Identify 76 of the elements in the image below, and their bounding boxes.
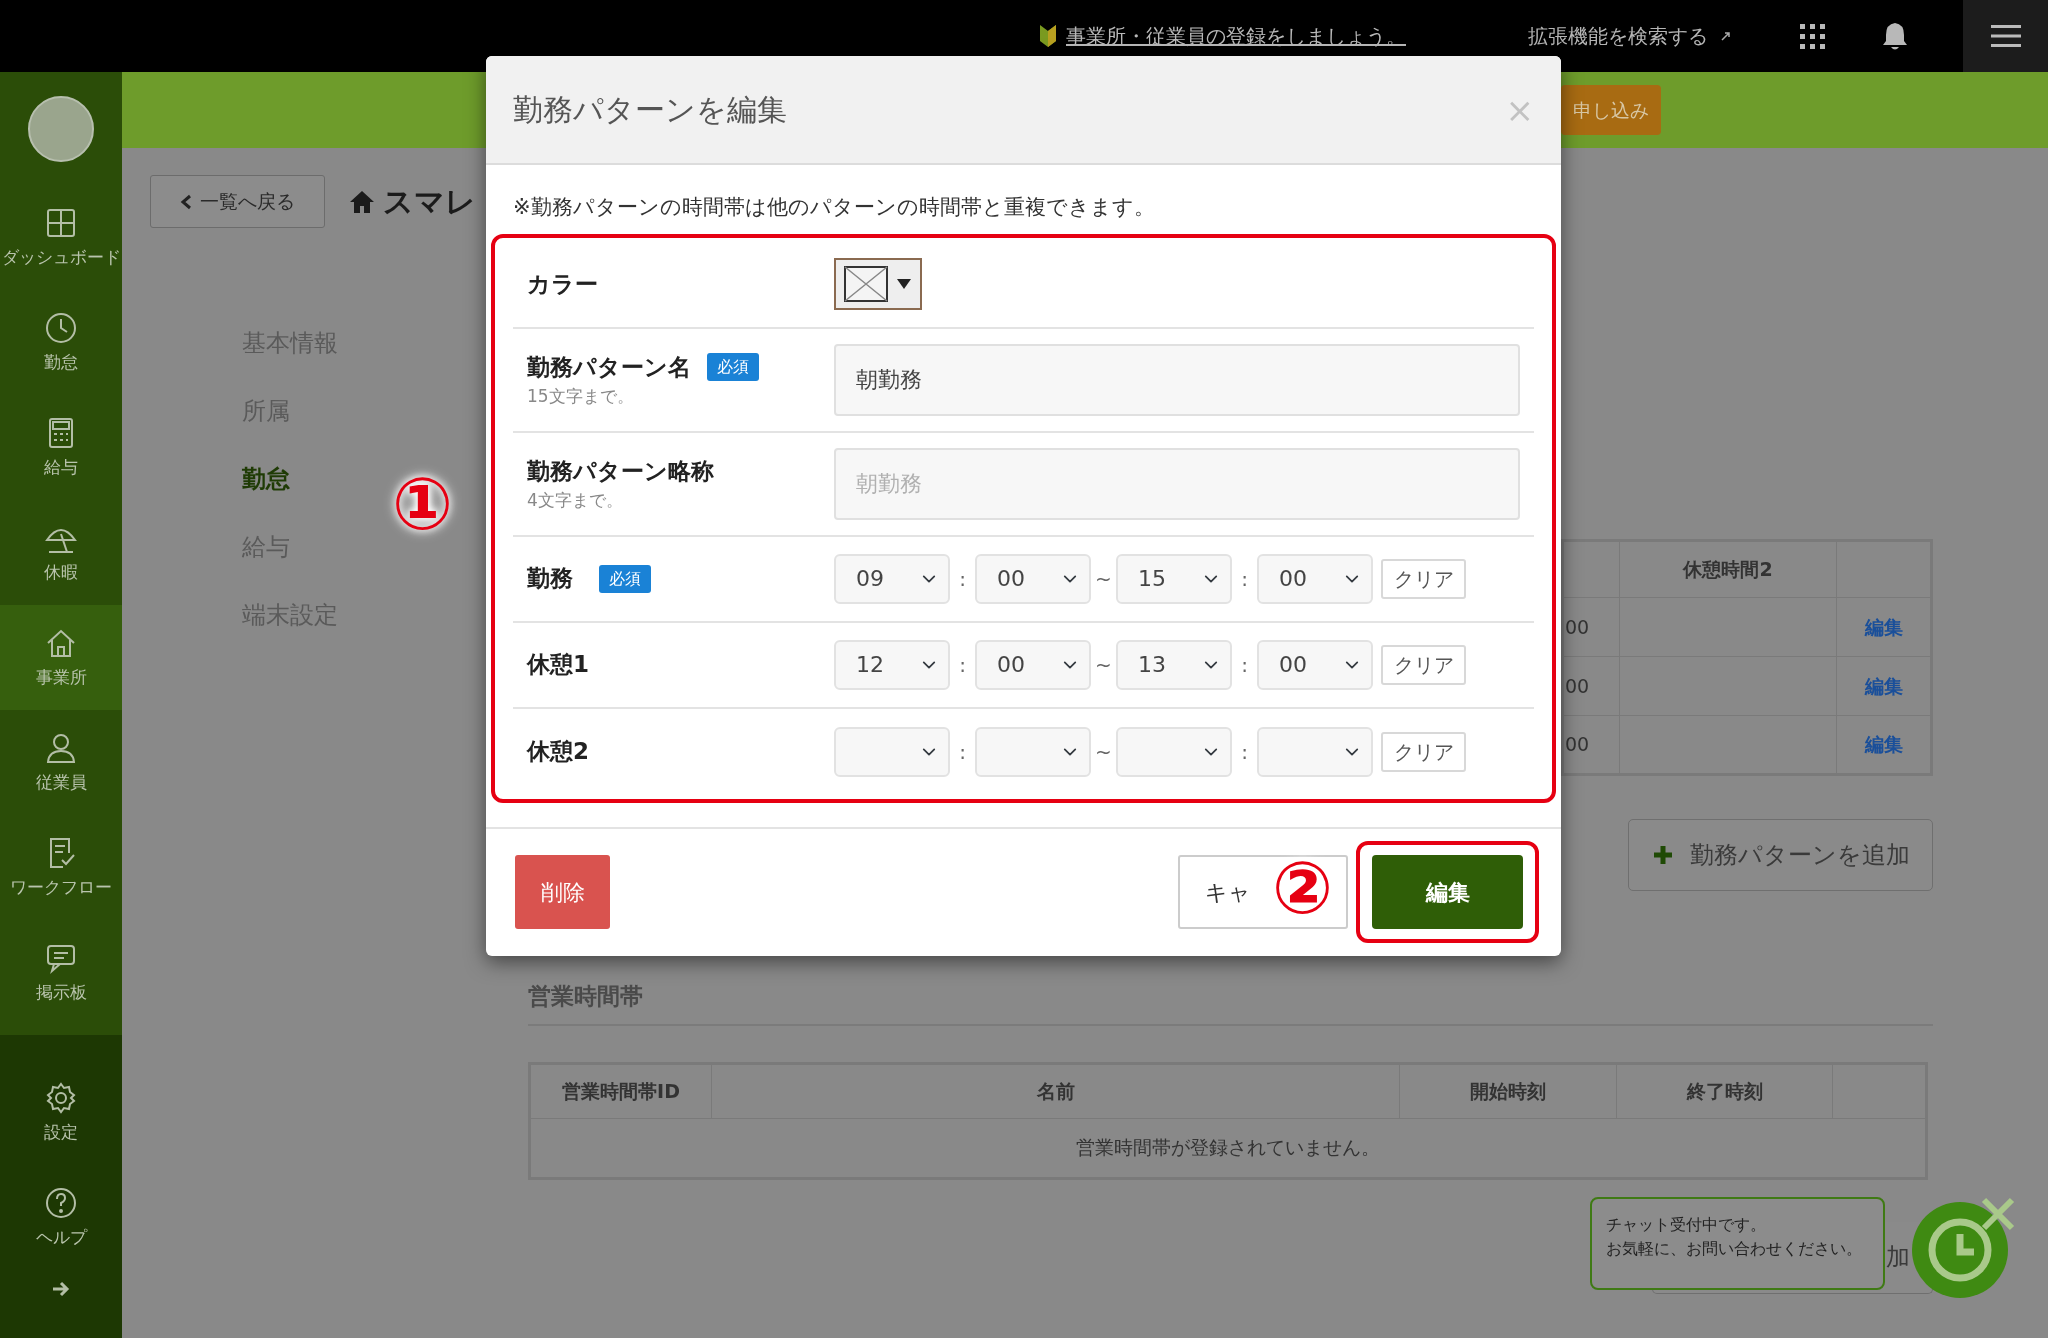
hint-text: 4文字まで。	[527, 489, 624, 512]
caret-icon	[896, 278, 912, 290]
bell-icon[interactable]	[1881, 21, 1909, 51]
field-label: 勤務パターン略称	[527, 456, 714, 486]
table-header: 終了時刻	[1616, 1063, 1833, 1118]
arrow-right-icon[interactable]	[51, 1280, 71, 1298]
annotation-number: ②	[1272, 852, 1333, 924]
field-label: 勤務パターン名	[527, 352, 691, 382]
table-header: 営業時間帯ID	[529, 1063, 712, 1118]
time-select[interactable]: 00	[1257, 639, 1373, 690]
chat-message: チャット受付中です。	[1606, 1214, 1767, 1236]
chat-message: お気軽に、お問い合わせください。	[1606, 1238, 1863, 1260]
clear-button[interactable]: クリア	[1381, 558, 1466, 599]
required-tag: 必須	[707, 352, 759, 381]
modal-title: 勤務パターンを編集	[513, 91, 787, 129]
sidebar-item[interactable]: 従業員	[0, 710, 122, 815]
separator: :	[958, 565, 967, 593]
time-select[interactable]: 00	[975, 553, 1091, 604]
table-header: 開始時刻	[1399, 1063, 1617, 1118]
page-title: スマレ	[383, 183, 476, 221]
menu-icon[interactable]	[1990, 24, 2021, 48]
time-select[interactable]: 15	[1116, 553, 1232, 604]
sidebar-item[interactable]: 設定	[0, 1060, 122, 1165]
hint-text: 15文字まで。	[527, 385, 635, 408]
delete-button[interactable]: 削除	[515, 855, 610, 929]
section-heading: 営業時間帯	[528, 979, 1933, 1026]
table-cell: 00	[1562, 656, 1620, 716]
back-button[interactable]: 一覧へ戻る	[150, 175, 325, 228]
time-select[interactable]: 13	[1116, 639, 1232, 690]
separator: :	[1240, 738, 1249, 766]
separator: ~	[1094, 738, 1113, 766]
separator: :	[958, 738, 967, 766]
sidebar-item[interactable]: 勤怠	[0, 290, 122, 395]
text-field[interactable]: 朝勤務	[834, 343, 1520, 416]
submit-button[interactable]: 編集	[1372, 855, 1523, 929]
sidebar-item[interactable]: 休暇	[0, 500, 122, 605]
external-link-icon	[1720, 30, 1732, 42]
notice-link[interactable]: 事業所・従業員の登録をしましょう。	[1066, 21, 1406, 51]
clear-button[interactable]: クリア	[1381, 644, 1466, 685]
text-field[interactable]: 朝勤務	[834, 447, 1520, 520]
separator: :	[1240, 565, 1249, 593]
sidebar-item[interactable]: 掲示板	[0, 920, 122, 1025]
chevron-left-icon	[180, 193, 192, 210]
separator: :	[1240, 651, 1249, 679]
crossed-square-icon	[844, 266, 888, 302]
time-select[interactable]: 09	[834, 553, 950, 604]
clear-button[interactable]: クリア	[1381, 731, 1466, 772]
table-header: 名前	[711, 1063, 1400, 1118]
time-select[interactable]: 12	[834, 639, 950, 690]
separator: ~	[1094, 651, 1113, 679]
add-pattern-button[interactable]: 勤務パターンを追加	[1628, 819, 1933, 891]
separator: ~	[1094, 565, 1113, 593]
sub-nav-link[interactable]: 勤怠	[242, 445, 290, 513]
separator: :	[958, 651, 967, 679]
sidebar-item[interactable]: ヘルプ	[0, 1165, 122, 1270]
field-label: 勤務	[527, 564, 573, 594]
extension-search-link[interactable]: 拡張機能を検索する	[1528, 21, 1708, 51]
note-text: ※勤務パターンの時間帯は他のパターンの時間帯と重複できます。	[512, 194, 1156, 221]
sidebar-item[interactable]: 事業所	[0, 605, 122, 710]
table-header: 休憩時間2	[1619, 540, 1837, 598]
time-select[interactable]: 00	[975, 639, 1091, 690]
field-label: 休憩1	[527, 650, 589, 680]
plus-icon	[1651, 844, 1674, 866]
table-cell: 00	[1562, 597, 1620, 657]
annotation-number: ①	[392, 468, 453, 540]
house-icon	[349, 189, 375, 214]
sidebar-item[interactable]: ワークフロー	[0, 815, 122, 920]
apps-grid-icon[interactable]	[1800, 23, 1825, 49]
color-picker[interactable]	[834, 258, 922, 310]
sidebar-item[interactable]: 給与	[0, 395, 122, 500]
field-label: 休憩2	[527, 737, 589, 767]
required-tag: 必須	[599, 564, 651, 593]
leaf-icon	[1038, 23, 1058, 49]
field-label: カラー	[527, 269, 598, 299]
sidebar-item[interactable]: ダッシュボード	[0, 185, 122, 290]
time-select[interactable]: 00	[1257, 553, 1373, 604]
